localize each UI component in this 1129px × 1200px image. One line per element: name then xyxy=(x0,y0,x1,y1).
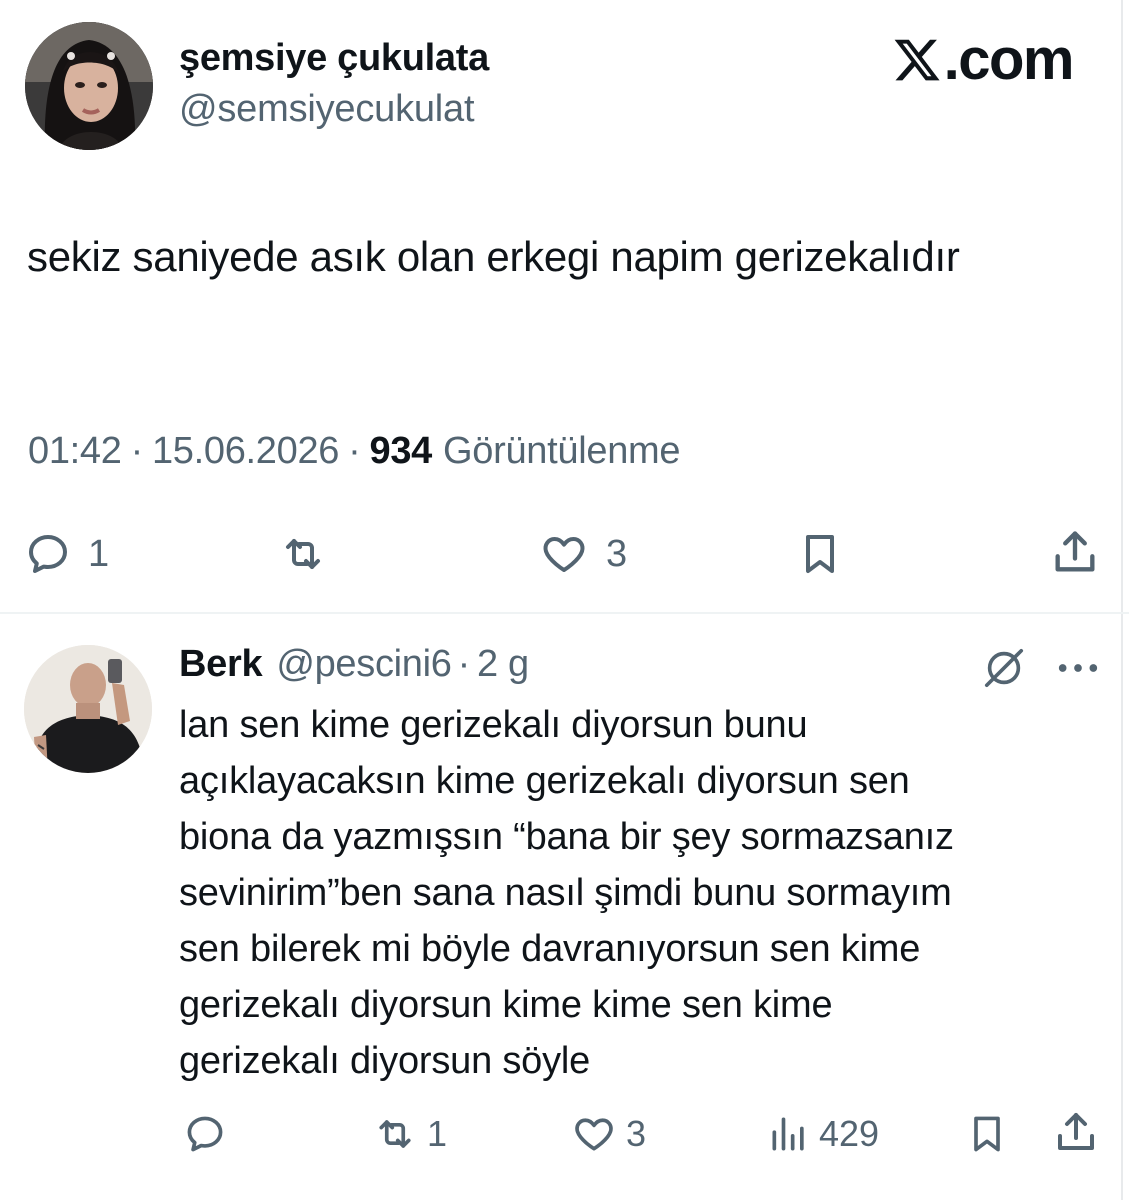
comment-icon xyxy=(29,535,67,573)
reply-retweet-button[interactable]: 1 xyxy=(371,1112,447,1156)
reply-header: Berk @pescini6 · 2 g xyxy=(179,643,529,686)
share-button[interactable] xyxy=(1049,526,1101,578)
reply-like-button[interactable]: 3 xyxy=(570,1112,646,1156)
reply-time[interactable]: 2 g xyxy=(477,643,529,686)
author-avatar[interactable] xyxy=(25,22,153,150)
meta-separator: · xyxy=(130,430,144,472)
views-count: 934 xyxy=(369,430,433,472)
like-button[interactable]: 3 xyxy=(538,530,627,578)
reply-count: 1 xyxy=(88,532,110,575)
reply-views-count: 429 xyxy=(819,1113,880,1154)
reply-text: lan sen kime gerizekalı diyorsun bunu aç… xyxy=(179,704,954,1082)
x-logo-icon xyxy=(894,39,940,81)
author-handle[interactable]: @semsiyecukulat xyxy=(179,88,475,131)
heart-icon xyxy=(575,1118,613,1151)
reply-author-name[interactable]: Berk xyxy=(179,643,263,686)
avatar-photo xyxy=(25,22,153,150)
avatar-photo xyxy=(24,645,152,773)
reply-author-avatar[interactable] xyxy=(24,645,152,773)
views-label: Görüntülenme xyxy=(443,430,681,472)
reply-bookmark-button[interactable] xyxy=(965,1110,1009,1158)
more-button[interactable] xyxy=(1055,650,1101,691)
reply-reply-button[interactable] xyxy=(183,1112,227,1156)
retweet-button[interactable] xyxy=(278,530,328,578)
tweet-divider xyxy=(0,612,1129,614)
retweet-icon xyxy=(286,539,320,569)
bookmark-button[interactable] xyxy=(796,528,844,580)
share-icon xyxy=(1055,531,1095,572)
reply-views-button[interactable]: 429 xyxy=(767,1112,879,1156)
tweet-text: sekiz saniyede asık olan erkegi napim ge… xyxy=(27,233,960,280)
like-count: 3 xyxy=(606,532,628,575)
reply-separator: · xyxy=(457,643,471,685)
retweet-icon xyxy=(379,1120,411,1148)
bookmark-icon xyxy=(806,535,834,573)
bookmark-icon xyxy=(974,1116,1000,1152)
reply-author-handle[interactable]: @pescini6 xyxy=(276,643,452,686)
reply-retweet-count: 1 xyxy=(427,1113,448,1154)
reply-like-count: 3 xyxy=(626,1113,647,1154)
tweet-meta: 01:42 · 15.06.2026 · 934 Görüntülenme xyxy=(28,430,681,473)
brand-domain: .com xyxy=(943,27,1075,92)
heart-icon xyxy=(543,537,585,572)
views-icon xyxy=(772,1117,804,1151)
meta-separator: · xyxy=(348,430,361,472)
tweet-screenshot: şemsiye çukulata @semsiyecukulat .com se… xyxy=(0,0,1129,1200)
tweet-time[interactable]: 01:42 xyxy=(28,430,122,473)
grok-button[interactable] xyxy=(981,645,1027,696)
reply-share-button[interactable] xyxy=(1052,1108,1100,1156)
reply-button[interactable]: 1 xyxy=(24,530,109,578)
author-name[interactable]: şemsiye çukulata xyxy=(179,37,489,80)
tweet-date[interactable]: 15.06.2026 xyxy=(152,430,339,473)
x-com-logo: .com xyxy=(892,27,1075,92)
comment-icon xyxy=(187,1116,223,1152)
more-icon xyxy=(1058,664,1098,672)
page-edge-line xyxy=(1121,0,1123,1200)
share-icon xyxy=(1058,1113,1094,1150)
grok-icon xyxy=(984,648,1024,688)
